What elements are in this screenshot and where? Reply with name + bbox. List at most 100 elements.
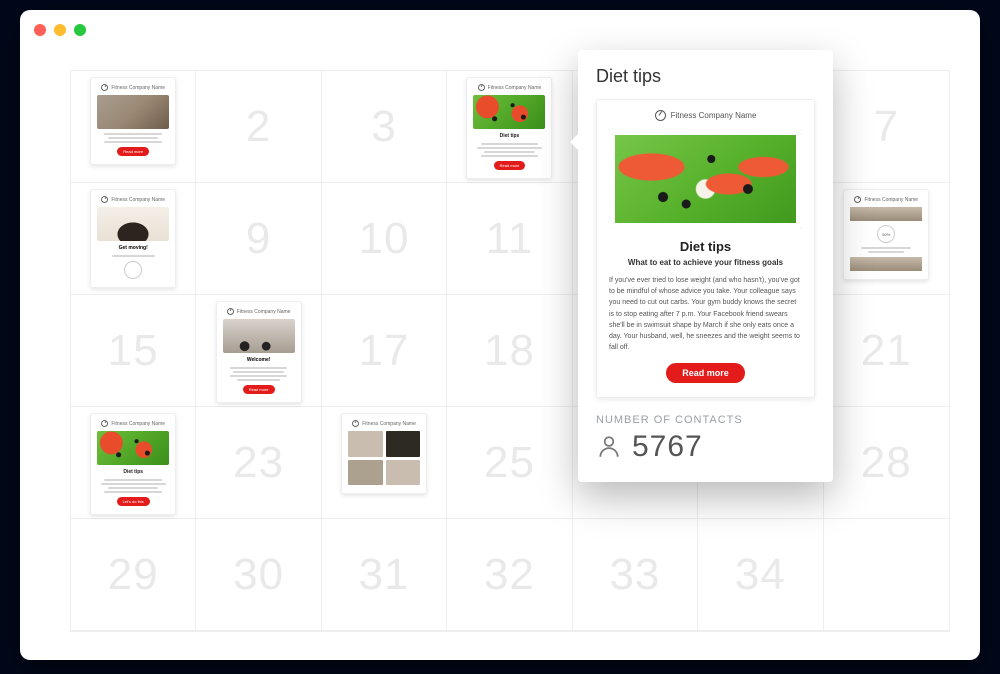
contacts-label: NUMBER OF CONTACTS xyxy=(596,414,815,426)
calendar-cell[interactable]: 29 xyxy=(71,519,196,631)
brand-row: Fitness Company Name xyxy=(97,420,169,427)
email-thumbnail[interactable]: Fitness Company Name 50% xyxy=(843,189,929,280)
brand-name: Fitness Company Name xyxy=(362,421,416,427)
email-heading: Diet tips xyxy=(680,239,731,254)
runner-image xyxy=(97,207,169,241)
calendar-window: Fitness Company Name Read more23Fitness … xyxy=(20,10,980,660)
salad-image xyxy=(609,129,802,229)
day-number: 10 xyxy=(359,214,410,264)
day-number: 25 xyxy=(484,438,535,488)
calendar-cell[interactable]: 18 xyxy=(447,295,572,407)
day-number: 11 xyxy=(486,214,534,264)
calendar-cell[interactable]: 21 xyxy=(824,295,949,407)
brand-name: Fitness Company Name xyxy=(111,197,165,203)
brand-name: Fitness Company Name xyxy=(111,85,165,91)
hero-image xyxy=(850,207,922,221)
read-more-button[interactable]: Read more xyxy=(666,363,745,383)
brand-mark-icon xyxy=(854,196,861,203)
calendar-cell[interactable]: 10 xyxy=(322,183,447,295)
day-number: 9 xyxy=(246,214,271,264)
brand-row: Fitness Company Name xyxy=(97,84,169,91)
calendar-cell[interactable]: Fitness Company Name 50% xyxy=(824,183,949,295)
email-subheading: What to eat to achieve your fitness goal… xyxy=(628,258,783,267)
maximize-icon[interactable] xyxy=(74,24,86,36)
calendar-cell[interactable] xyxy=(824,519,949,631)
gym-image xyxy=(97,95,169,129)
thumb-title: Diet tips xyxy=(123,469,143,475)
image-grid xyxy=(348,431,420,485)
email-body: If you've ever tried to lose weight (and… xyxy=(609,275,802,353)
brand-row: Fitness Company Name xyxy=(97,196,169,203)
day-number: 33 xyxy=(609,550,660,600)
close-icon[interactable] xyxy=(34,24,46,36)
brand-mark-icon xyxy=(227,308,234,315)
brand-row: Fitness Company Name xyxy=(473,84,545,91)
calendar-cell[interactable]: 2 xyxy=(196,71,321,183)
calendar-cell[interactable]: Fitness Company Name Diet tips Let's do … xyxy=(71,407,196,519)
calendar-cell[interactable]: Fitness Company Name Welcome! Read more xyxy=(196,295,321,407)
cta-button[interactable]: Read more xyxy=(243,385,275,394)
contacts-value: 5767 xyxy=(632,430,703,464)
email-thumbnail[interactable]: Fitness Company Name xyxy=(341,413,427,494)
calendar-cell[interactable]: 11 xyxy=(447,183,572,295)
calendar-cell[interactable]: 7 xyxy=(824,71,949,183)
calendar-cell[interactable]: 25 xyxy=(447,407,572,519)
day-number: 29 xyxy=(108,550,159,600)
calendar-cell[interactable]: 23 xyxy=(196,407,321,519)
brand-name: Fitness Company Name xyxy=(111,421,165,427)
thumb-title: Diet tips xyxy=(500,133,520,139)
read-more-button[interactable]: Read more xyxy=(494,161,526,170)
brand-name: Fitness Company Name xyxy=(671,111,757,120)
calendar-cell[interactable]: 32 xyxy=(447,519,572,631)
day-number: 32 xyxy=(484,550,535,600)
email-thumbnail[interactable]: Fitness Company Name Diet tips Read more xyxy=(466,77,552,179)
read-more-button[interactable]: Let's do this xyxy=(117,497,150,506)
calendar-cell[interactable]: 9 xyxy=(196,183,321,295)
email-thumbnail[interactable]: Fitness Company Name Get moving! xyxy=(90,189,176,288)
day-number: 34 xyxy=(735,550,786,600)
calendar-cell[interactable]: Fitness Company Name Read more xyxy=(71,71,196,183)
day-number: 28 xyxy=(861,438,912,488)
hero-image xyxy=(850,257,922,271)
popover-pointer-icon xyxy=(570,134,578,150)
day-number: 23 xyxy=(233,438,284,488)
calendar-cell[interactable]: 34 xyxy=(698,519,823,631)
calendar-cell[interactable]: 28 xyxy=(824,407,949,519)
day-number: 30 xyxy=(233,550,284,600)
day-number: 15 xyxy=(108,326,159,376)
calendar-cell[interactable]: 31 xyxy=(322,519,447,631)
calendar-cell[interactable]: 15 xyxy=(71,295,196,407)
day-number: 17 xyxy=(359,326,410,376)
email-thumbnail[interactable]: Fitness Company Name Welcome! Read more xyxy=(216,301,302,403)
brand-name: Fitness Company Name xyxy=(488,85,542,91)
email-thumbnail[interactable]: Fitness Company Name Read more xyxy=(90,77,176,165)
calendar-cell[interactable]: 30 xyxy=(196,519,321,631)
calendar-cell[interactable]: Fitness Company Name xyxy=(322,407,447,519)
brand-row: Fitness Company Name xyxy=(655,110,757,121)
day-number: 3 xyxy=(371,102,396,152)
calendar-cell[interactable]: 33 xyxy=(573,519,698,631)
email-thumbnail[interactable]: Fitness Company Name Diet tips Let's do … xyxy=(90,413,176,515)
spin-image xyxy=(223,319,295,353)
brand-row: Fitness Company Name xyxy=(348,420,420,427)
brand-mark-icon xyxy=(352,420,359,427)
minimize-icon[interactable] xyxy=(54,24,66,36)
popover-title: Diet tips xyxy=(596,66,815,87)
play-icon[interactable] xyxy=(124,261,142,279)
calendar-cell[interactable]: 17 xyxy=(322,295,447,407)
calendar-cell[interactable]: 3 xyxy=(322,71,447,183)
calendar-cell[interactable]: Fitness Company Name Get moving! xyxy=(71,183,196,295)
email-preview-popover: Diet tips Fitness Company Name Diet tips… xyxy=(578,50,833,482)
day-number: 18 xyxy=(484,326,535,376)
brand-name: Fitness Company Name xyxy=(237,309,291,315)
salad-image xyxy=(97,431,169,465)
discount-badge: 50% xyxy=(877,225,895,243)
calendar-cell[interactable]: Fitness Company Name Diet tips Read more xyxy=(447,71,572,183)
person-icon xyxy=(596,434,622,460)
contacts-block: NUMBER OF CONTACTS 5767 xyxy=(596,414,815,464)
thumb-title: Get moving! xyxy=(97,245,169,251)
brand-row: Fitness Company Name xyxy=(223,308,295,315)
cta-button[interactable]: Read more xyxy=(117,147,149,156)
day-number: 7 xyxy=(874,102,899,152)
brand-mark-icon xyxy=(655,110,666,121)
